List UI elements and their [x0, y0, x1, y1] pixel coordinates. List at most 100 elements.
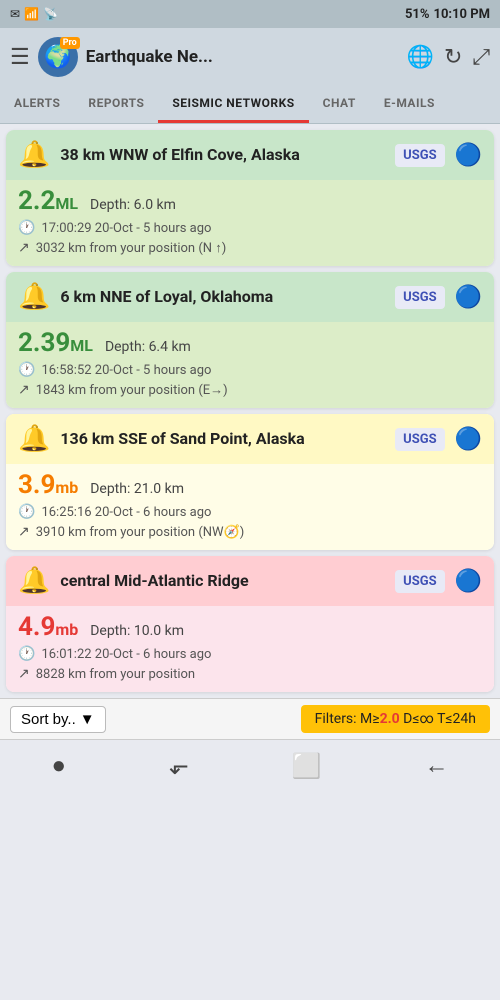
- eq-mag-type-1: ML: [55, 194, 78, 213]
- eq-time-text-2: 16:58:52 20-Oct - 5 hours ago: [41, 363, 211, 378]
- eq-time-text-4: 16:01:22 20-Oct - 6 hours ago: [41, 647, 211, 662]
- eq-card-3-header: 🔔 136 km SSE of Sand Point, Alaska USGS …: [6, 414, 494, 464]
- earthquake-list: 🔔 38 km WNW of Elfin Cove, Alaska USGS 🔵…: [0, 124, 500, 692]
- eq-distance-text-4: 8828 km from your position: [36, 667, 195, 682]
- eq-depth-2: Depth: 6.4 km: [105, 339, 191, 355]
- eq-magnitude-2: 2.39: [18, 328, 70, 358]
- nav-back-icon[interactable]: ⬐: [169, 752, 189, 780]
- earthquake-card-2[interactable]: 🔔 6 km NNE of Loyal, Oklahoma USGS 🔵 2.3…: [6, 272, 494, 408]
- status-right: 51% 10:10 PM: [405, 7, 490, 22]
- earthquake-card-1[interactable]: 🔔 38 km WNW of Elfin Cove, Alaska USGS 🔵…: [6, 130, 494, 266]
- wifi-icon: 📡: [43, 7, 58, 21]
- eq-depth-1: Depth: 6.0 km: [90, 197, 176, 213]
- compass-icon-1: ↗: [18, 240, 30, 256]
- pro-badge: Pro: [60, 37, 80, 49]
- eq-mag-type-4: mb: [55, 620, 78, 639]
- filter-mag: 2.0: [380, 711, 400, 727]
- app-title: Earthquake Ne...: [86, 47, 399, 67]
- eq-card-1-body: 2.2ML Depth: 6.0 km 🕐 17:00:29 20-Oct - …: [6, 180, 494, 266]
- earthquake-icon-3: 🔔: [18, 424, 50, 454]
- battery-percent: 51%: [405, 7, 430, 22]
- eq-card-1-header: 🔔 38 km WNW of Elfin Cove, Alaska USGS 🔵: [6, 130, 494, 180]
- header: ☰ 🌍 Pro Earthquake Ne... 🌐 ↻ ⤢: [0, 28, 500, 86]
- eq-time-3: 🕐 16:25:16 20-Oct - 6 hours ago: [18, 504, 482, 520]
- sort-chevron-icon: ▼: [80, 711, 95, 728]
- status-bar: ✉ 📶 📡 51% 10:10 PM: [0, 0, 500, 28]
- share-icon-2[interactable]: 🔵: [455, 285, 482, 310]
- eq-mag-type-3: mb: [55, 478, 78, 497]
- app-logo-wrap: 🌍 Pro: [38, 37, 78, 77]
- share-icon-3[interactable]: 🔵: [455, 427, 482, 452]
- clock: 10:10 PM: [434, 7, 491, 22]
- eq-distance-1: ↗ 3032 km from your position (N ↑): [18, 240, 482, 256]
- sort-label: Sort by..: [21, 711, 76, 728]
- eq-distance-text-1: 3032 km from your position (N ↑): [36, 240, 227, 256]
- eq-source-3: USGS: [395, 428, 444, 451]
- eq-mag-line-1: 2.2ML Depth: 6.0 km: [18, 186, 482, 216]
- eq-card-4-body: 4.9mb Depth: 10.0 km 🕐 16:01:22 20-Oct -…: [6, 606, 494, 692]
- eq-card-2-body: 2.39ML Depth: 6.4 km 🕐 16:58:52 20-Oct -…: [6, 322, 494, 408]
- share-icon-1[interactable]: 🔵: [455, 143, 482, 168]
- compass-icon-3: ↗: [18, 524, 30, 540]
- nav-home-icon[interactable]: ⬜: [292, 752, 322, 780]
- eq-magnitude-4: 4.9: [18, 612, 55, 642]
- eq-card-2-header: 🔔 6 km NNE of Loyal, Oklahoma USGS 🔵: [6, 272, 494, 322]
- sort-filter-bar: Sort by.. ▼ Filters: M≥2.0 D≤∞ T≤24h: [0, 698, 500, 739]
- bottom-controls: Sort by.. ▼ Filters: M≥2.0 D≤∞ T≤24h: [0, 698, 500, 739]
- eq-magnitude-1: 2.2: [18, 186, 55, 216]
- earthquake-icon-4: 🔔: [18, 566, 50, 596]
- eq-time-4: 🕐 16:01:22 20-Oct - 6 hours ago: [18, 646, 482, 662]
- eq-magnitude-3: 3.9: [18, 470, 55, 500]
- signal-icon: 📶: [24, 7, 39, 21]
- eq-mag-line-2: 2.39ML Depth: 6.4 km: [18, 328, 482, 358]
- eq-time-text-1: 17:00:29 20-Oct - 5 hours ago: [41, 221, 211, 236]
- refresh-icon[interactable]: ↻: [444, 45, 462, 70]
- eq-distance-text-3: 3910 km from your position (NW🧭): [36, 525, 245, 540]
- tab-seismic-networks[interactable]: SEISMIC NETWORKS: [158, 86, 308, 123]
- globe-icon[interactable]: 🌐: [407, 45, 434, 70]
- header-icons: 🌐 ↻ ⤢: [407, 45, 490, 70]
- tab-emails[interactable]: E-MAILS: [370, 86, 449, 123]
- eq-time-1: 🕐 17:00:29 20-Oct - 5 hours ago: [18, 220, 482, 236]
- tab-chat[interactable]: CHAT: [309, 86, 370, 123]
- message-icon: ✉: [10, 7, 20, 21]
- eq-mag-line-4: 4.9mb Depth: 10.0 km: [18, 612, 482, 642]
- eq-location-1: 38 km WNW of Elfin Cove, Alaska: [60, 145, 385, 166]
- menu-icon[interactable]: ☰: [10, 45, 30, 70]
- compass-icon-4: ↗: [18, 666, 30, 682]
- navigation-bar: ● ⬐ ⬜ ←: [0, 739, 500, 791]
- tab-reports[interactable]: REPORTS: [74, 86, 158, 123]
- eq-source-1: USGS: [395, 144, 444, 167]
- filter-text: Filters: M≥2.0 D≤∞ T≤24h: [315, 711, 476, 727]
- earthquake-card-3[interactable]: 🔔 136 km SSE of Sand Point, Alaska USGS …: [6, 414, 494, 550]
- eq-distance-2: ↗ 1843 km from your position (E→): [18, 382, 482, 398]
- eq-location-2: 6 km NNE of Loyal, Oklahoma: [60, 287, 385, 308]
- expand-icon[interactable]: ⤢: [472, 45, 490, 70]
- sort-button[interactable]: Sort by.. ▼: [10, 706, 106, 733]
- share-icon-4[interactable]: 🔵: [455, 569, 482, 594]
- eq-card-3-body: 3.9mb Depth: 21.0 km 🕐 16:25:16 20-Oct -…: [6, 464, 494, 550]
- clock-icon-4: 🕐: [18, 646, 35, 662]
- eq-depth-3: Depth: 21.0 km: [90, 481, 184, 497]
- eq-mag-type-2: ML: [70, 336, 93, 355]
- eq-distance-text-2: 1843 km from your position (E→): [36, 382, 228, 398]
- eq-distance-4: ↗ 8828 km from your position: [18, 666, 482, 682]
- eq-location-4: central Mid-Atlantic Ridge: [60, 571, 385, 592]
- earthquake-card-4[interactable]: 🔔 central Mid-Atlantic Ridge USGS 🔵 4.9m…: [6, 556, 494, 692]
- eq-source-2: USGS: [395, 286, 444, 309]
- earthquake-icon-2: 🔔: [18, 282, 50, 312]
- nav-dot-icon[interactable]: ●: [51, 751, 66, 780]
- tab-alerts[interactable]: ALERTS: [0, 86, 74, 123]
- nav-back-arrow-icon[interactable]: ←: [425, 751, 449, 780]
- tab-bar: ALERTS REPORTS SEISMIC NETWORKS CHAT E-M…: [0, 86, 500, 124]
- eq-location-3: 136 km SSE of Sand Point, Alaska: [60, 429, 385, 450]
- eq-card-4-header: 🔔 central Mid-Atlantic Ridge USGS 🔵: [6, 556, 494, 606]
- clock-icon-1: 🕐: [18, 220, 35, 236]
- compass-icon-2: ↗: [18, 382, 30, 398]
- eq-distance-3: ↗ 3910 km from your position (NW🧭): [18, 524, 482, 540]
- eq-source-4: USGS: [395, 570, 444, 593]
- eq-depth-4: Depth: 10.0 km: [90, 623, 184, 639]
- earthquake-icon-1: 🔔: [18, 140, 50, 170]
- clock-icon-3: 🕐: [18, 504, 35, 520]
- clock-icon-2: 🕐: [18, 362, 35, 378]
